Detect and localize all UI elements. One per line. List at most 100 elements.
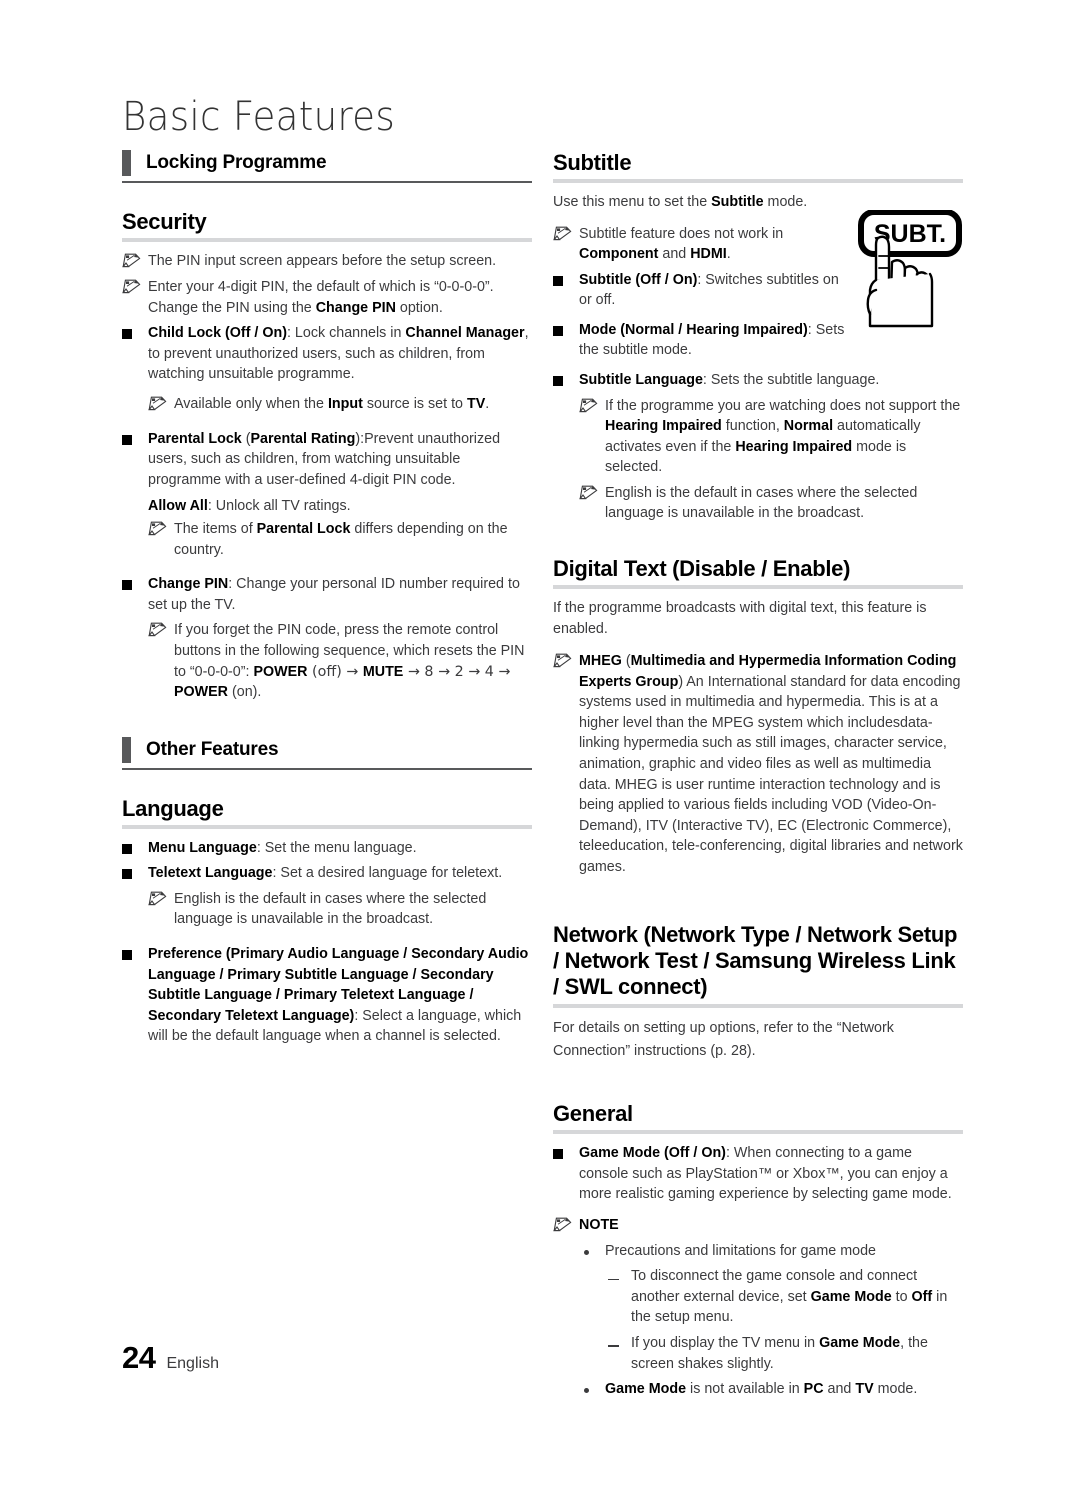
page-title: Basic Features: [122, 94, 396, 140]
menu-language-label: Menu Language: [148, 839, 257, 856]
change-pin-line-post: option.: [395, 299, 443, 316]
change-pin-bold: Change PIN: [315, 299, 396, 316]
note-subtitle-english-default: English is the default in cases where th…: [579, 483, 963, 524]
square-bullet-icon: [122, 429, 148, 449]
note-forgot-pin: If you forget the PIN code, press the re…: [148, 620, 532, 702]
power-off-seq: (off) →: [307, 663, 363, 680]
square-bullet-icon: [122, 323, 148, 343]
network-text: For details on setting up options, refer…: [553, 1019, 894, 1059]
note-text: Enter your 4-digit PIN, the default of w…: [148, 277, 532, 318]
sub-note-mid: source is set to: [362, 395, 467, 412]
section-marker-icon: [122, 150, 131, 176]
note-pencil-icon: [579, 483, 605, 504]
allow-all-line: Allow All: Unlock all TV ratings.: [148, 496, 532, 517]
note-label-text: NOTE: [579, 1216, 619, 1233]
menu-language-text: : Set the menu language.: [256, 839, 417, 856]
note1-pre: Subtitle feature does not work in: [579, 225, 784, 242]
item-text: Mode (Normal / Hearing Impaired): Sets t…: [579, 320, 853, 361]
page-language: English: [166, 1355, 219, 1372]
bullet-text: Game Mode is not available in PC and TV …: [605, 1379, 963, 1400]
item-menu-language: Menu Language: Set the menu language.: [122, 838, 532, 859]
sub-note-pre: Available only when the: [174, 395, 328, 412]
note-text: The PIN input screen appears before the …: [148, 252, 497, 269]
item-preference-languages: Preference (Primary Audio Language / Sec…: [122, 944, 532, 1047]
digital-text-intro: If the programme broadcasts with digital…: [553, 600, 927, 637]
square-bullet-icon: [553, 270, 579, 290]
square-bullet-icon: [122, 944, 148, 964]
left-column: Locking Programme Security The PIN input…: [122, 150, 532, 1056]
note-text: English is the default in cases where th…: [605, 484, 918, 522]
square-bullet-icon: [122, 863, 148, 883]
section-heading-label: Locking Programme: [146, 152, 327, 173]
parental-lock-bold: Parental Lock: [256, 521, 351, 538]
note1-mid: and: [658, 246, 691, 263]
sub-bullet-text: To disconnect the game console and conne…: [631, 1266, 963, 1328]
page-number: 24: [122, 1340, 156, 1375]
sub1-mid: to: [891, 1288, 912, 1305]
subheading-general: General: [553, 1101, 963, 1134]
note-pencil-icon: [122, 277, 148, 298]
subheading-subtitle: Subtitle: [553, 150, 963, 183]
note-pencil-icon: [553, 224, 579, 245]
dot-bullet-icon: [579, 1241, 605, 1259]
note-pin-input-screen: The PIN input screen appears before the …: [122, 251, 532, 272]
section-marker-icon: [122, 736, 131, 763]
power-label-1: POWER: [253, 663, 308, 680]
note-text: MHEG (Multimedia and Hypermedia Informat…: [579, 651, 963, 877]
note-pencil-icon: [148, 394, 174, 415]
note-mheg: MHEG (Multimedia and Hypermedia Informat…: [553, 651, 963, 877]
item-text: Subtitle (Off / On): Switches subtitles …: [579, 270, 853, 311]
note-pencil-icon: [553, 1215, 579, 1236]
section-heading-locking-programme: Locking Programme: [122, 150, 532, 183]
game-mode-label: Game Mode (Off / On): [579, 1144, 726, 1161]
off-label: Off: [911, 1288, 933, 1305]
dash-bullet-icon: [605, 1266, 631, 1284]
item-text: Parental Lock (Parental Rating):Prevent …: [148, 429, 532, 491]
note-text: If you forget the PIN code, press the re…: [174, 620, 532, 702]
dot-bullet-icon: [579, 1379, 605, 1397]
subheading-security: Security: [122, 209, 532, 242]
note-text: Available only when the Input source is …: [174, 394, 532, 415]
subt-remote-button-illustration: SUBT.: [855, 209, 965, 330]
mheg-description: ) An International standard for data enc…: [579, 673, 963, 875]
pin-default-line: Enter your 4-digit PIN, the default of w…: [148, 278, 494, 295]
square-bullet-icon: [122, 838, 148, 858]
item-text: Menu Language: Set the menu language.: [148, 838, 532, 859]
item-subtitle-language: Subtitle Language: Sets the subtitle lan…: [553, 370, 963, 391]
section-heading-label: Other Features: [146, 738, 279, 760]
note-pre: The items of: [174, 521, 257, 538]
item-teletext-language: Teletext Language: Set a desired languag…: [122, 863, 532, 884]
item-text: Subtitle Language: Sets the subtitle lan…: [579, 370, 963, 391]
sub2-pre: If you display the TV menu in: [631, 1335, 820, 1351]
mute-label: MUTE: [362, 663, 404, 680]
hearing-impaired-label-2: Hearing Impaired: [735, 438, 853, 455]
bullet-game-mode-unavailable: Game Mode is not available in PC and TV …: [579, 1379, 963, 1400]
square-bullet-icon: [553, 370, 579, 390]
note-enter-pin: Enter your 4-digit PIN, the default of w…: [122, 277, 532, 318]
mheg-label: MHEG: [579, 653, 622, 670]
item-game-mode: Game Mode (Off / On): When connecting to…: [553, 1143, 963, 1205]
square-bullet-icon: [553, 320, 579, 340]
subheading-language: Language: [122, 796, 532, 829]
item-text: Preference (Primary Audio Language / Sec…: [148, 944, 532, 1047]
note-hearing-impaired: If the programme you are watching does n…: [579, 396, 963, 478]
allow-all-text: : Unlock all TV ratings.: [207, 497, 351, 514]
item-subtitle-off-on: Subtitle (Off / On): Switches subtitles …: [553, 270, 853, 311]
note-text: The items of Parental Lock differs depen…: [174, 519, 532, 560]
paren-open: (: [241, 430, 251, 447]
subheading-digital-text: Digital Text (Disable / Enable): [553, 556, 963, 589]
note-label: NOTE: [579, 1215, 963, 1236]
item-text: Teletext Language: Set a desired languag…: [148, 863, 532, 884]
sub-note-post: .: [485, 395, 490, 412]
item-text: Child Lock (Off / On): Lock channels in …: [148, 323, 532, 385]
page-footer: 24 English: [122, 1340, 219, 1376]
note-parental-lock-country: The items of Parental Lock differs depen…: [148, 519, 532, 560]
power-on-seq: (on).: [228, 684, 262, 701]
bullet2-post: mode.: [873, 1381, 918, 1398]
item-child-lock: Child Lock (Off / On): Lock channels in …: [122, 323, 532, 385]
mheg-paren: (: [621, 653, 631, 670]
child-lock-text1: : Lock channels in: [286, 325, 406, 342]
power-label-2: POWER: [174, 684, 229, 701]
note-teletext-english-default: English is the default in cases where th…: [148, 889, 532, 930]
subtitle-off-on-label: Subtitle (Off / On): [579, 271, 698, 288]
